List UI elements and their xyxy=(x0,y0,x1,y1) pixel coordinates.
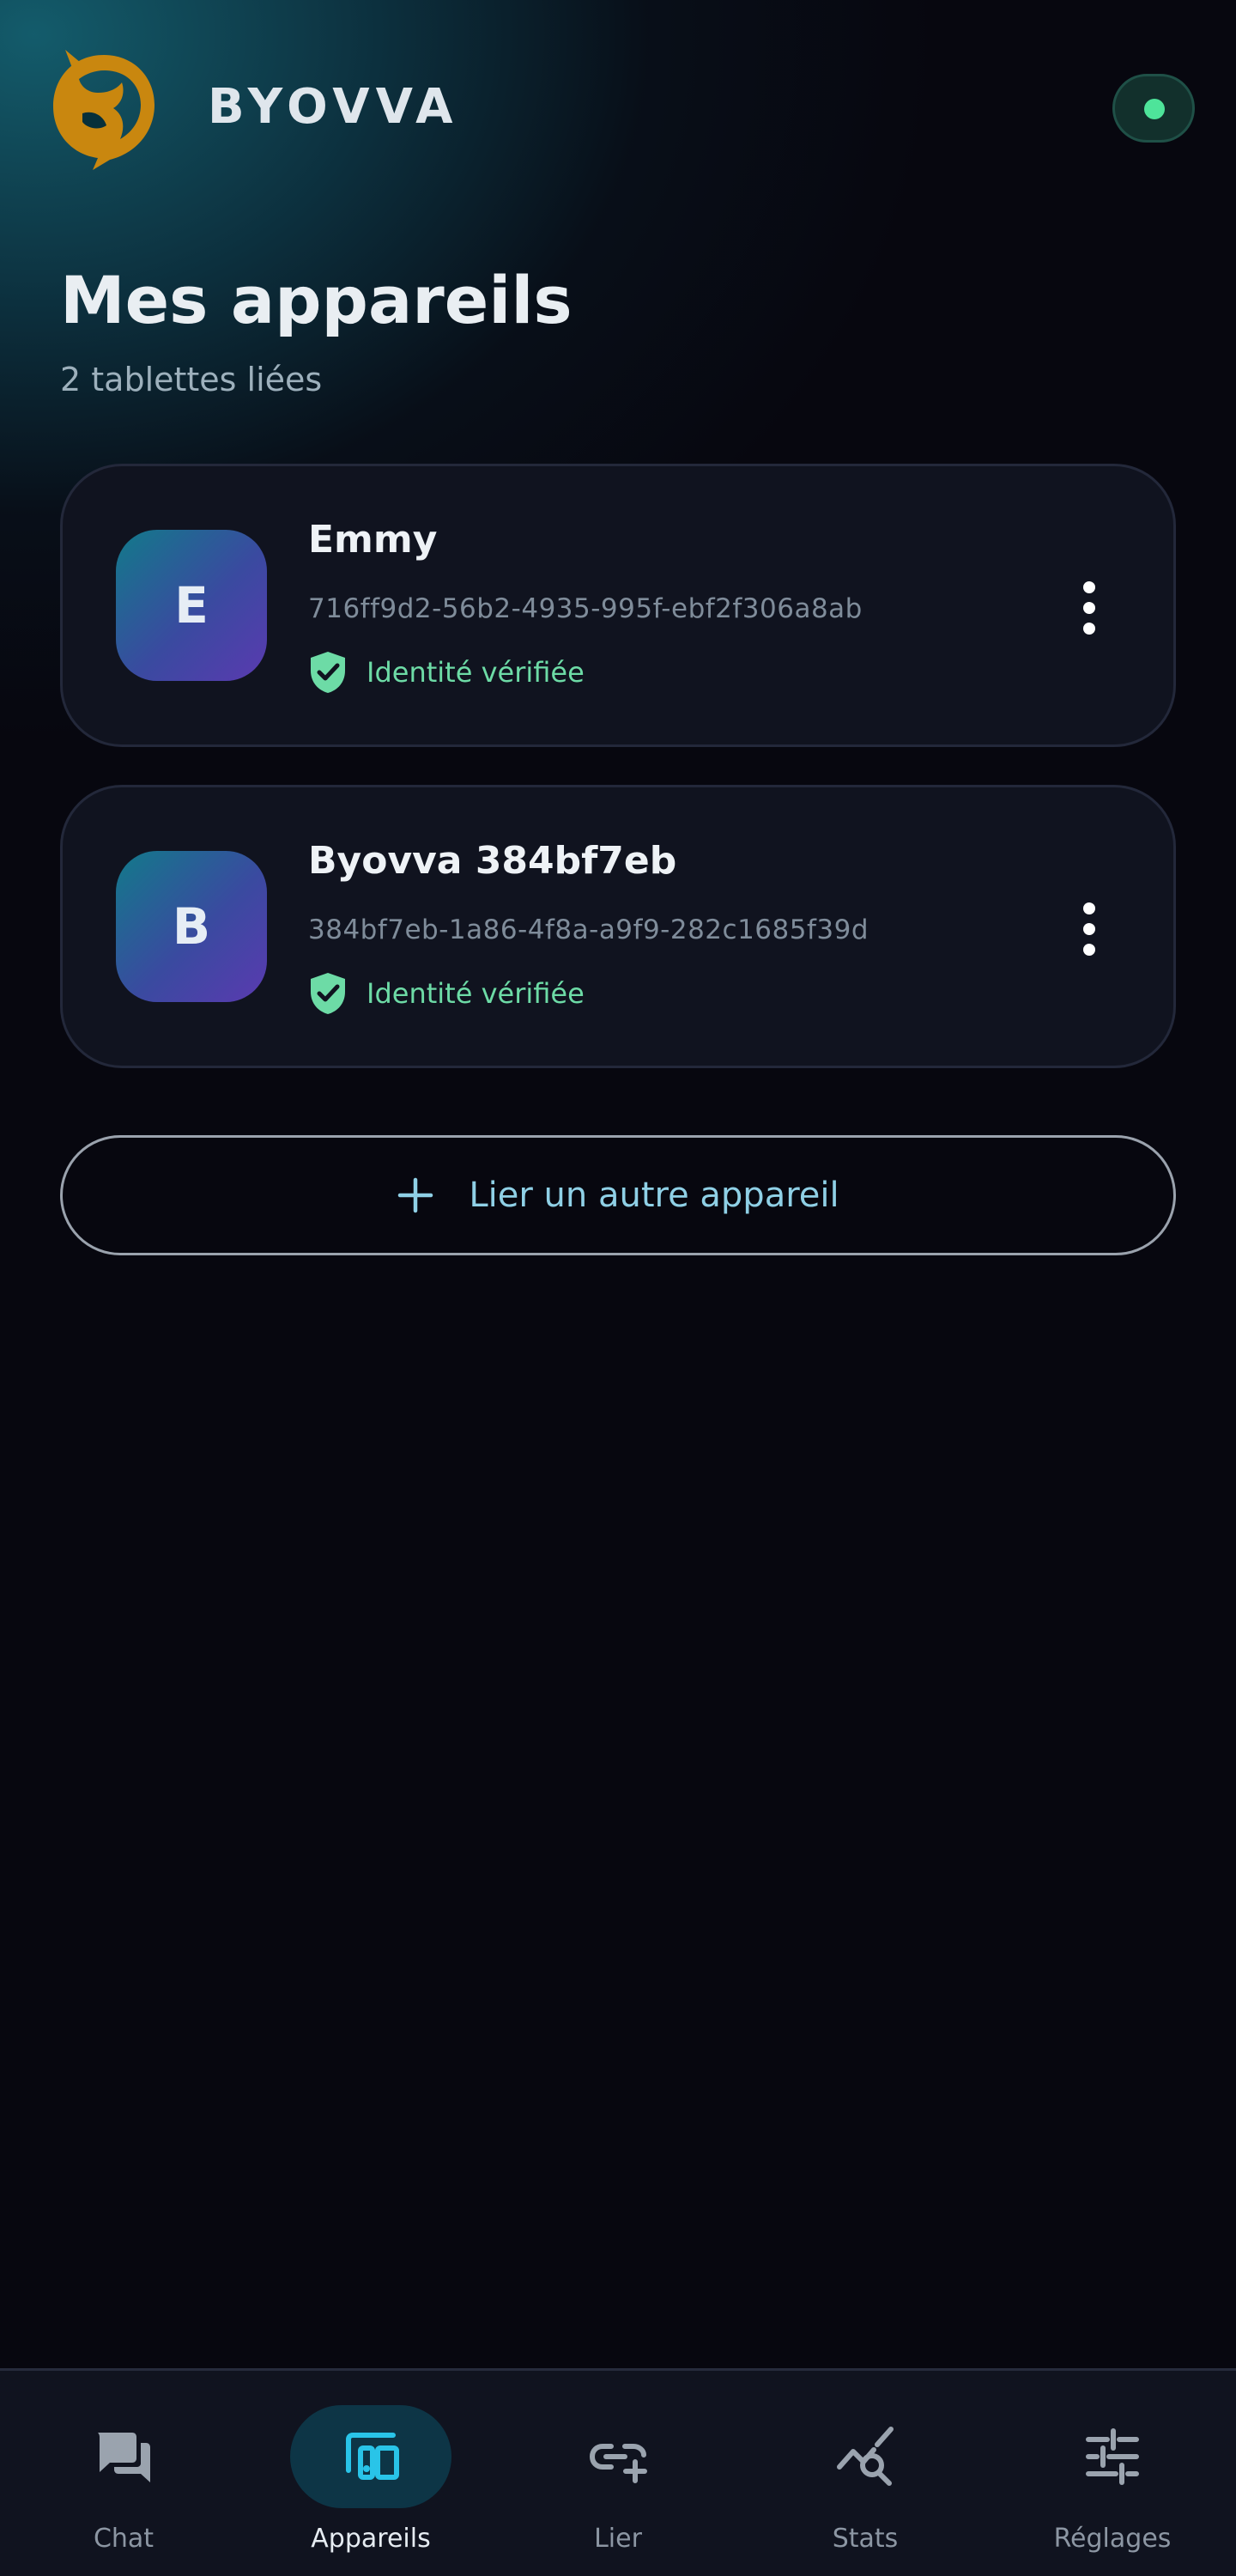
link-device-label: Lier un autre appareil xyxy=(469,1176,839,1215)
more-vertical-icon xyxy=(1083,902,1095,956)
nav-label: Chat xyxy=(93,2524,154,2554)
shield-check-icon xyxy=(311,652,345,693)
page-title: Mes appareils xyxy=(60,262,573,338)
chat-icon xyxy=(98,2433,150,2482)
app-header: BYOVVA xyxy=(0,0,1236,215)
brand-name: BYOVVA xyxy=(208,79,459,135)
verified-badge: Identité vérifiée xyxy=(308,650,585,695)
device-name: Emmy xyxy=(308,518,438,562)
device-id: 384bf7eb-1a86-4f8a-a9f9-282c1685f39d xyxy=(308,914,869,945)
nav-label: Appareils xyxy=(311,2524,431,2554)
sliders-icon xyxy=(1086,2428,1139,2485)
nav-item-devices[interactable]: Appareils xyxy=(247,2371,494,2576)
connection-status-indicator[interactable] xyxy=(1112,74,1195,143)
plus-icon xyxy=(398,1177,433,1213)
page-subtitle: 2 tablettes liées xyxy=(60,361,323,398)
more-vertical-icon xyxy=(1083,581,1095,635)
device-menu-button[interactable] xyxy=(1058,569,1120,647)
device-name: Byovva 384bf7eb xyxy=(308,839,677,883)
verified-badge: Identité vérifiée xyxy=(308,971,585,1016)
link-add-icon xyxy=(589,2444,647,2483)
nav-item-link[interactable]: Lier xyxy=(494,2371,742,2576)
shield-check-icon xyxy=(311,973,345,1014)
device-card[interactable]: B Byovva 384bf7eb 384bf7eb-1a86-4f8a-a9f… xyxy=(60,785,1176,1068)
nav-item-chat[interactable]: Chat xyxy=(0,2371,247,2576)
device-avatar: E xyxy=(116,530,267,681)
device-menu-button[interactable] xyxy=(1058,890,1120,968)
stats-search-icon xyxy=(837,2427,894,2486)
nav-label: Lier xyxy=(594,2524,642,2554)
nav-label: Réglages xyxy=(1053,2524,1172,2554)
device-id: 716ff9d2-56b2-4935-995f-ebf2f306a8ab xyxy=(308,593,863,624)
verified-label: Identité vérifiée xyxy=(367,656,585,689)
bottom-nav: Chat Appareils Lier Stats Réglages xyxy=(0,2368,1236,2576)
nav-label: Stats xyxy=(832,2524,899,2554)
nav-item-settings[interactable]: Réglages xyxy=(989,2371,1236,2576)
device-avatar: B xyxy=(116,851,267,1002)
nav-item-stats[interactable]: Stats xyxy=(742,2371,989,2576)
verified-label: Identité vérifiée xyxy=(367,977,585,1010)
devices-icon xyxy=(346,2433,399,2480)
device-card[interactable]: E Emmy 716ff9d2-56b2-4935-995f-ebf2f306a… xyxy=(60,464,1176,747)
devices-screen: BYOVVA Mes appareils 2 tablettes liées E… xyxy=(0,0,1236,2576)
link-device-button[interactable]: Lier un autre appareil xyxy=(60,1135,1176,1255)
orca-logo-icon xyxy=(53,50,154,170)
status-dot xyxy=(1144,99,1165,119)
